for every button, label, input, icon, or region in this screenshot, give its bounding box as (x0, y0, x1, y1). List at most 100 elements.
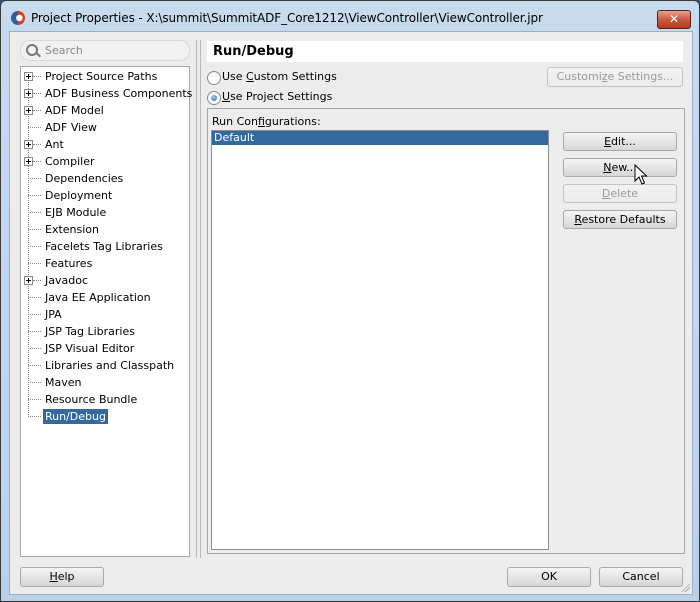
search-placeholder: Search (45, 44, 83, 57)
expand-plus-icon[interactable] (24, 276, 33, 285)
tree-item[interactable]: Javadoc (21, 272, 189, 289)
search-icon (26, 44, 38, 56)
list-item[interactable]: Default (212, 131, 548, 145)
expand-plus-icon[interactable] (24, 140, 33, 149)
mouse-pointer-icon (634, 163, 648, 185)
tree-item-label[interactable]: Dependencies (43, 171, 125, 186)
tree-item-label[interactable]: Facelets Tag Libraries (43, 239, 165, 254)
tree-connector (28, 195, 41, 196)
tree-connector (28, 348, 41, 349)
help-button[interactable]: Help (20, 567, 104, 587)
tree-item[interactable]: ADF Business Components (21, 85, 192, 102)
tree-item[interactable]: JSP Tag Libraries (21, 323, 189, 340)
tree-connector (28, 416, 41, 417)
tree-item[interactable]: Features (21, 255, 189, 272)
category-tree[interactable]: Project Source Paths ADF Business Compone… (20, 66, 192, 557)
tree-item[interactable]: Project Source Paths (21, 68, 189, 85)
panel-splitter[interactable] (196, 40, 201, 558)
tree-connector (28, 331, 41, 332)
tree-connector (33, 93, 41, 94)
tree-item-label[interactable]: EJB Module (43, 205, 108, 220)
tree-connector (28, 212, 41, 213)
run-configurations-list[interactable]: Default (211, 130, 549, 550)
new-button[interactable]: New... (563, 158, 677, 177)
tree-item-label[interactable]: ADF View (43, 120, 99, 135)
tree-connector (28, 365, 41, 366)
tree-item-label[interactable]: Project Source Paths (43, 69, 159, 84)
tree-connector (33, 144, 41, 145)
resize-grip-icon[interactable] (680, 582, 690, 592)
tree-connector (28, 263, 41, 264)
close-button[interactable]: ✕ (657, 10, 691, 29)
tree-item-label[interactable]: Java EE Application (43, 290, 153, 305)
tree-connector (28, 127, 41, 128)
edit-button[interactable]: Edit... (563, 132, 677, 151)
tree-connector (28, 178, 41, 179)
tree-item-label[interactable]: Maven (43, 375, 83, 390)
expand-plus-icon[interactable] (24, 157, 33, 166)
tree-item[interactable]: Maven (21, 374, 189, 391)
run-configurations-label: Run Configurations: (212, 115, 321, 128)
tree-item[interactable]: JSP Visual Editor (21, 340, 189, 357)
run-configurations-group: Run Configurations: Default Edit... New.… (207, 108, 685, 554)
dialog-content: Search Project Source Paths ADF Business … (9, 31, 693, 595)
tree-connector (28, 382, 41, 383)
ok-button[interactable]: OK (507, 567, 591, 587)
tree-item-label[interactable]: Javadoc (43, 273, 90, 288)
tree-item[interactable]: JPA (21, 306, 189, 323)
tree-item-label[interactable]: Features (43, 256, 94, 271)
tree-connector (33, 161, 41, 162)
tree-item[interactable]: Compiler (21, 153, 189, 170)
tree-item[interactable]: Extension (21, 221, 189, 238)
tree-item[interactable]: ADF Model (21, 102, 189, 119)
use-custom-settings-label[interactable]: Use Custom Settings (222, 70, 337, 83)
tree-connector (28, 314, 41, 315)
page-title: Run/Debug (207, 41, 683, 62)
tree-item-label[interactable]: Ant (43, 137, 66, 152)
tree-connector (33, 280, 41, 281)
tree-connector (28, 246, 41, 247)
tree-item[interactable]: Ant (21, 136, 189, 153)
search-input[interactable]: Search (20, 40, 190, 61)
tree-item-label[interactable]: Libraries and Classpath (43, 358, 176, 373)
delete-button[interactable]: Delete (563, 184, 677, 203)
expand-plus-icon[interactable] (24, 106, 33, 115)
tree-item-label[interactable]: Resource Bundle (43, 392, 139, 407)
use-project-settings-label[interactable]: Use Project Settings (222, 90, 332, 103)
tree-item[interactable]: Dependencies (21, 170, 189, 187)
expand-plus-icon[interactable] (24, 89, 33, 98)
tree-item[interactable]: Run/Debug (21, 408, 189, 425)
title-bar[interactable]: Project Properties - X:\summit\SummitADF… (1, 1, 699, 31)
window-title: Project Properties - X:\summit\SummitADF… (31, 11, 543, 25)
tree-item-label[interactable]: JPA (43, 307, 64, 322)
expand-plus-icon[interactable] (24, 72, 33, 81)
use-custom-settings-radio[interactable] (207, 71, 221, 85)
jdeveloper-app-icon (11, 11, 25, 25)
tree-connector (28, 229, 41, 230)
tree-connector (28, 399, 41, 400)
customize-settings-button[interactable]: Customize Settings... (547, 67, 683, 87)
tree-connector (33, 76, 41, 77)
use-project-settings-radio[interactable] (207, 91, 221, 105)
tree-item[interactable]: Java EE Application (21, 289, 189, 306)
tree-item[interactable]: Libraries and Classpath (21, 357, 189, 374)
cancel-button[interactable]: Cancel (599, 567, 683, 587)
tree-item-label[interactable]: Compiler (43, 154, 97, 169)
tree-item-label[interactable]: Deployment (43, 188, 114, 203)
project-properties-dialog: Project Properties - X:\summit\SummitADF… (0, 0, 700, 602)
tree-connector (33, 110, 41, 111)
close-icon: ✕ (668, 12, 680, 26)
tree-item[interactable]: Facelets Tag Libraries (21, 238, 189, 255)
tree-item-label[interactable]: JSP Tag Libraries (43, 324, 137, 339)
tree-item-label[interactable]: Run/Debug (43, 409, 108, 424)
tree-item-label[interactable]: JSP Visual Editor (43, 341, 136, 356)
tree-item[interactable]: Deployment (21, 187, 189, 204)
restore-defaults-button[interactable]: Restore Defaults (563, 210, 677, 229)
tree-connector (28, 297, 41, 298)
tree-item-label[interactable]: ADF Model (43, 103, 106, 118)
tree-item[interactable]: ADF View (21, 119, 189, 136)
tree-item[interactable]: Resource Bundle (21, 391, 189, 408)
tree-item-label[interactable]: ADF Business Components (43, 86, 194, 101)
tree-item[interactable]: EJB Module (21, 204, 189, 221)
tree-item-label[interactable]: Extension (43, 222, 101, 237)
